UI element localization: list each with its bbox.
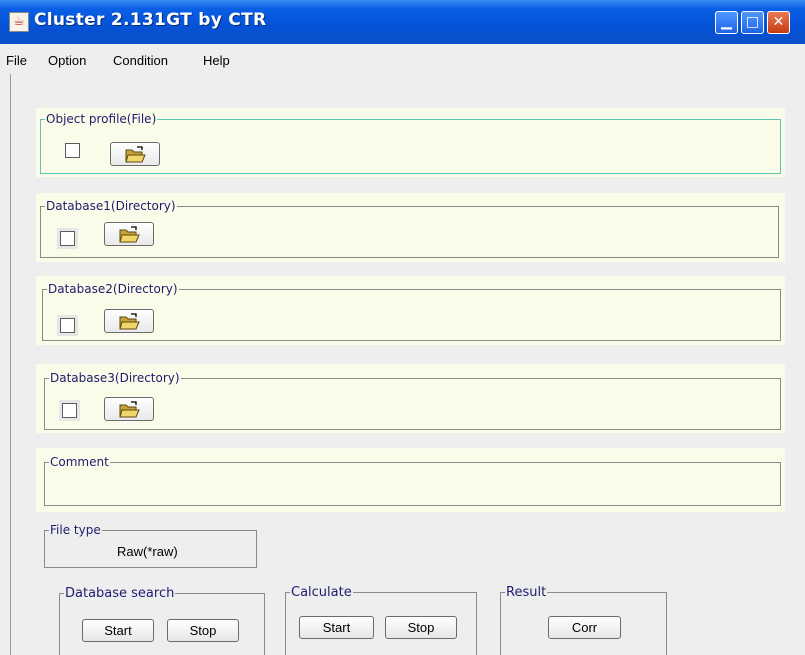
database3-checkbox[interactable] — [62, 403, 77, 418]
object-profile-group: Object profile(File) — [40, 112, 781, 174]
app-window: ☕ Cluster 2.131GT by CTR ▁ □ ✕ File Opti… — [0, 0, 805, 655]
minimize-icon: ▁ — [721, 14, 732, 30]
database1-legend: Database1(Directory) — [45, 199, 177, 213]
open-folder-icon — [125, 146, 146, 163]
object-profile-open-button[interactable] — [110, 142, 160, 166]
menu-condition[interactable]: Condition — [113, 53, 168, 68]
object-profile-panel: Object profile(File) — [36, 108, 785, 177]
title-bar[interactable]: ☕ Cluster 2.131GT by CTR ▁ □ ✕ — [0, 0, 805, 44]
corr-button[interactable]: Corr — [548, 616, 621, 639]
database1-panel: Database1(Directory) — [36, 193, 785, 262]
open-folder-icon — [119, 226, 140, 243]
close-button[interactable]: ✕ — [767, 11, 790, 34]
java-app-icon[interactable]: ☕ — [9, 12, 29, 32]
result-group: Result Corr — [500, 585, 667, 655]
close-icon: ✕ — [772, 14, 785, 30]
menu-bar: File Option Condition Help — [0, 44, 805, 74]
database3-open-button[interactable] — [104, 397, 154, 421]
window-title: Cluster 2.131GT by CTR — [34, 10, 267, 30]
database2-legend: Database2(Directory) — [47, 282, 179, 296]
menu-file[interactable]: File — [6, 53, 27, 68]
object-profile-checkbox[interactable] — [65, 143, 80, 158]
database2-group: Database2(Directory) — [42, 282, 781, 341]
minimize-button[interactable]: ▁ — [715, 11, 738, 34]
database-search-group: Database search Start Stop — [59, 586, 265, 655]
calculate-group: Calculate Start Stop — [285, 585, 477, 655]
open-folder-icon — [119, 401, 140, 418]
menu-option[interactable]: Option — [48, 53, 86, 68]
database-search-stop-button[interactable]: Stop — [167, 619, 239, 642]
file-type-value[interactable]: Raw(*raw) — [117, 544, 178, 559]
file-type-legend: File type — [49, 523, 102, 537]
database-search-start-button[interactable]: Start — [82, 619, 154, 642]
object-profile-legend: Object profile(File) — [45, 112, 158, 126]
database2-checkbox[interactable] — [60, 318, 75, 333]
database3-legend: Database3(Directory) — [49, 371, 181, 385]
database3-group: Database3(Directory) — [44, 371, 781, 430]
left-divider — [10, 74, 11, 655]
file-type-group: File type Raw(*raw) — [44, 523, 257, 568]
result-legend: Result — [505, 585, 548, 600]
database2-panel: Database2(Directory) — [36, 276, 785, 345]
comment-group[interactable]: Comment — [44, 455, 781, 506]
database3-panel: Database3(Directory) — [36, 364, 785, 433]
database-search-legend: Database search — [64, 586, 176, 601]
comment-panel: Comment — [36, 448, 785, 512]
comment-legend: Comment — [49, 455, 110, 469]
database1-open-button[interactable] — [104, 222, 154, 246]
open-folder-icon — [119, 313, 140, 330]
maximize-button[interactable]: □ — [741, 11, 764, 34]
maximize-icon: □ — [745, 14, 760, 30]
calculate-legend: Calculate — [290, 585, 353, 600]
database1-checkbox[interactable] — [60, 231, 75, 246]
database1-group: Database1(Directory) — [40, 199, 779, 258]
menu-help[interactable]: Help — [203, 53, 230, 68]
calculate-start-button[interactable]: Start — [299, 616, 374, 639]
database2-open-button[interactable] — [104, 309, 154, 333]
calculate-stop-button[interactable]: Stop — [385, 616, 457, 639]
